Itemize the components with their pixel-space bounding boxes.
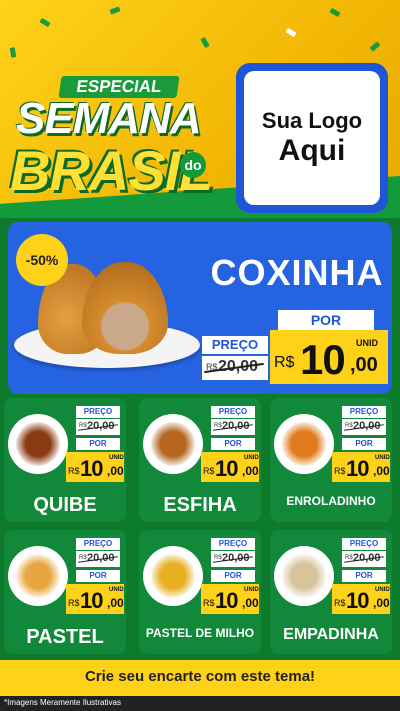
old-price: R$ 20,00 [342,551,386,567]
header-banner: ESPECIAL SEMANA BRASIL do Sua Logo Aqui [0,0,400,218]
new-price-decimal: ,00 [373,596,390,610]
product-name: ENROLADINHO [286,494,376,508]
food-image [151,554,195,598]
new-currency: R$ [68,598,80,608]
new-price-decimal: ,00 [107,596,124,610]
old-price: R$ 20,00 [76,419,120,435]
preco-label: PREÇO [342,538,386,550]
new-price-decimal: ,00 [350,354,378,376]
food-image [151,422,195,466]
food-image [16,422,60,466]
food-image [282,554,326,598]
cta-text: Crie seu encarte com este tema! [84,668,316,685]
new-price-integer: 10 [80,588,104,613]
new-price-decimal: ,00 [373,464,390,478]
discount-badge: -50% [16,234,68,286]
new-currency: R$ [203,598,215,608]
new-price-integer: 10 [215,588,239,613]
product-name: ESFIHA [163,494,237,516]
new-price-integer: 10 [215,456,239,481]
product-card-enroladinho[interactable]: PREÇO R$ 20,00 POR R$ 10 UNID ,00 ENROLA… [270,398,392,522]
por-label: POR [76,438,120,450]
unit-label: UNID [244,587,259,593]
por-label: POR [342,438,386,450]
new-price: R$ 10 UNID ,00 [332,584,390,614]
product-name: COXINHA [210,252,384,293]
confetti-decoration [329,7,341,18]
product-card-empadinha[interactable]: PREÇO R$ 20,00 POR R$ 10 UNID ,00 EMPADI… [270,530,392,654]
food-image [282,422,326,466]
new-price-decimal: ,00 [107,464,124,478]
confetti-decoration [9,47,17,58]
logo-text-line2: Aqui [278,134,346,167]
disclaimer-text: *Imagens Meramente Ilustrativas [4,698,121,707]
confetti-decoration [369,41,381,52]
new-price: R$ 10 UNID ,00 [66,452,124,482]
confetti-decoration [285,27,297,38]
old-price: R$ 20,00 [202,356,268,380]
product-card-pastel[interactable]: PREÇO R$ 20,00 POR R$ 10 UNID ,00 PASTEL [4,530,126,654]
new-price: R$ 10 UNID ,00 [66,584,124,614]
semana-text: SEMANA [16,94,202,143]
new-price-integer: 10 [300,336,346,383]
preco-label: PREÇO [211,538,255,550]
por-label: POR [211,570,255,582]
product-name: QUIBE [33,494,97,516]
unit-label: UNID [375,587,390,593]
old-price: R$ 20,00 [342,419,386,435]
por-label: POR [76,570,120,582]
product-card-esfiha[interactable]: PREÇO R$ 20,00 POR R$ 10 UNID ,00 ESFIHA [139,398,261,522]
confetti-decoration [109,6,121,15]
unit-label: UNID [356,338,378,348]
logo-inner: Sua Logo Aqui [244,71,380,205]
product-name: EMPADINHA [283,626,379,643]
unit-label: UNID [244,455,259,461]
new-currency: R$ [203,466,215,476]
preco-label: PREÇO [76,538,120,550]
preco-label: PREÇO [76,406,120,418]
semana-do-brasil-title: ESPECIAL SEMANA BRASIL do [10,68,230,208]
preco-label: PREÇO [342,406,386,418]
unit-label: UNID [109,587,124,593]
food-image [16,554,60,598]
new-price-integer: 10 [80,456,104,481]
unit-label: UNID [109,455,124,461]
new-price: R$ 10 UNID ,00 [201,452,259,482]
new-price-decimal: ,00 [242,596,259,610]
new-currency: R$ [68,466,80,476]
por-label: POR [278,310,374,330]
unit-label: UNID [375,455,390,461]
confetti-decoration [200,36,210,49]
new-price-integer: 10 [346,588,370,613]
confetti-decoration [39,17,51,28]
new-currency: R$ [274,354,295,371]
new-price-decimal: ,00 [242,464,259,478]
new-price: R$ 10 UNID ,00 [332,452,390,482]
por-label: POR [211,438,255,450]
product-name: PASTEL [26,626,104,648]
product-name: PASTEL DE MILHO [145,626,255,640]
por-label: POR [342,570,386,582]
logo-placeholder[interactable]: Sua Logo Aqui [236,63,388,213]
do-text: do [180,152,206,178]
old-price: R$ 20,00 [211,419,255,435]
new-price: R$ 10 UNID ,00 [201,584,259,614]
logo-text-line1: Sua Logo [261,108,363,133]
new-price-integer: 10 [346,456,370,481]
new-currency: R$ [334,598,346,608]
hero-offer-coxinha[interactable]: -50% COXINHA PREÇO R$ 20,00 POR R$ 10 UN… [8,222,392,394]
old-price: R$ 20,00 [76,551,120,567]
new-currency: R$ [334,466,346,476]
preco-label: PREÇO [211,406,255,418]
product-card-pastel-de-milho[interactable]: PREÇO R$ 20,00 POR R$ 10 UNID ,00 PASTEL… [139,530,261,654]
new-price: R$ 10 UNID ,00 [270,330,388,384]
product-card-quibe[interactable]: PREÇO R$ 20,00 POR R$ 10 UNID ,00 QUIBE [4,398,126,522]
preco-label: PREÇO [202,336,268,354]
old-price: R$ 20,00 [211,551,255,567]
